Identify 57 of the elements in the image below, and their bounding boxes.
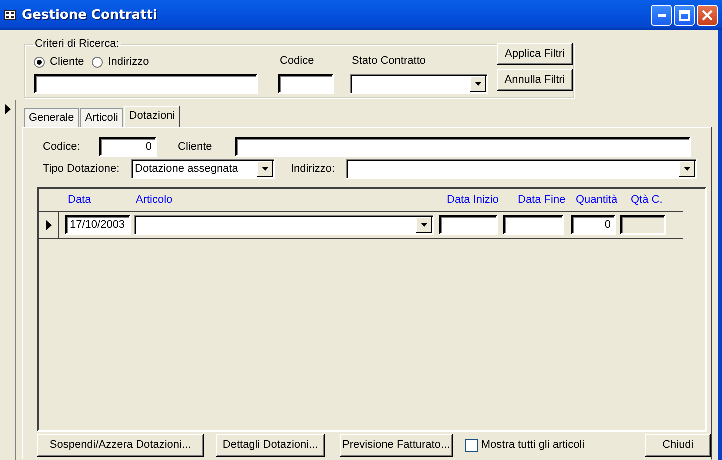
column-header: Data	[68, 194, 92, 206]
close-icon	[702, 10, 713, 20]
forecast-button[interactable]: Previsione Fatturato...	[340, 434, 452, 456]
minimize-button[interactable]	[651, 4, 672, 26]
address-combo[interactable]	[346, 159, 697, 179]
close-form-button[interactable]: Chiudi	[645, 434, 711, 456]
status-combo[interactable]	[350, 74, 488, 94]
dropdown-button[interactable]	[679, 161, 695, 177]
record-selector-icon	[5, 104, 11, 115]
tab[interactable]: Dotazioni	[124, 106, 180, 127]
client-field[interactable]	[235, 136, 691, 156]
caret-icon	[474, 82, 482, 86]
filter-button[interactable]: Applica Filtri	[497, 43, 573, 65]
checkbox[interactable]	[465, 438, 478, 452]
field-label: Codice	[280, 55, 316, 69]
form-icon	[4, 10, 16, 20]
allocation-type-combo[interactable]: Dotazione assegnata	[131, 159, 275, 179]
field-label: Tipo Dotazione:	[42, 163, 121, 175]
maximize-button[interactable]	[674, 4, 695, 26]
column-header: Quantità	[576, 194, 618, 206]
end-date-field[interactable]	[503, 215, 564, 235]
search-field[interactable]	[34, 74, 258, 94]
column-header: Data Fine	[518, 194, 566, 206]
minimize-icon	[658, 14, 666, 16]
caret-icon	[420, 223, 428, 227]
field-label: Indirizzo:	[290, 163, 336, 175]
close-button[interactable]	[697, 4, 718, 26]
checkbox-label: Mostra tutti gli articoli	[481, 439, 586, 451]
quantity-c-field	[620, 215, 666, 235]
column-header: Qtà C.	[631, 194, 663, 206]
start-date-field[interactable]	[439, 215, 498, 235]
details-button[interactable]: Dettagli Dotazioni...	[216, 434, 326, 456]
field-label: Cliente	[177, 140, 214, 152]
dropdown-button[interactable]	[416, 217, 432, 233]
tab[interactable]: Articoli	[80, 108, 124, 127]
group-title: Criteri di Ricerca:	[34, 38, 120, 50]
radio-label: Cliente	[50, 56, 84, 68]
code-field[interactable]	[278, 74, 334, 94]
maximize-icon	[679, 10, 690, 20]
article-combo[interactable]	[134, 215, 434, 235]
field-label: Stato Contratto	[352, 55, 427, 69]
filter-button[interactable]: Annulla Filtri	[497, 69, 573, 91]
window-title: Gestione Contratti	[22, 8, 158, 22]
column-header: Articolo	[136, 194, 173, 206]
current-record-icon	[46, 220, 52, 230]
caret-icon	[262, 167, 268, 171]
dropdown-button[interactable]	[257, 161, 273, 177]
field-label: Codice:	[42, 140, 82, 152]
code-field[interactable]: 0	[99, 136, 157, 156]
radio-label: Indirizzo	[108, 56, 150, 68]
quantity-field[interactable]: 0	[571, 215, 616, 235]
caret-icon	[684, 167, 690, 171]
dropdown-button[interactable]	[470, 76, 486, 92]
date-field[interactable]: 17/10/2003	[65, 215, 131, 235]
suspend-button[interactable]: Sospendi/Azzera Dotazioni...	[37, 434, 204, 456]
column-header: Data Inizio	[447, 194, 499, 206]
tab[interactable]: Generale	[24, 108, 80, 127]
